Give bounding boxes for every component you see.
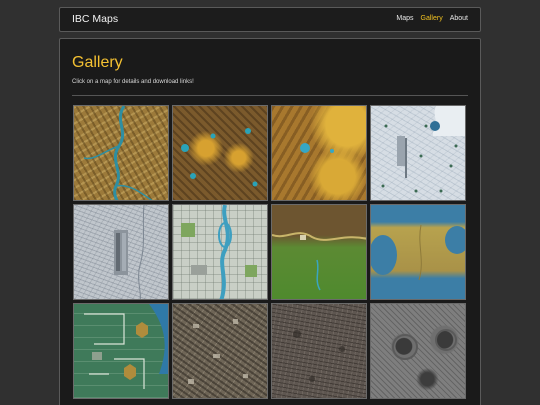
map-thumbnail-rubble[interactable] — [172, 303, 268, 399]
brand-logo-text[interactable]: IBC Maps — [72, 13, 118, 25]
map-thumbnail-grass-hills[interactable] — [271, 204, 367, 300]
map-thumbnail-desert-hex[interactable] — [271, 105, 367, 201]
map-thumbnail-snow-city[interactable] — [73, 204, 169, 300]
map-thumbnail-snow-base[interactable] — [370, 105, 466, 201]
map-thumbnail-coast[interactable] — [370, 204, 466, 300]
navbar: IBC Maps Maps Gallery About — [59, 7, 481, 32]
nav-link-gallery[interactable]: Gallery — [421, 15, 443, 22]
map-thumbnail-desert-river[interactable] — [73, 105, 169, 201]
gallery-panel: Gallery Click on a map for details and d… — [59, 38, 481, 405]
nav-links: Maps Gallery About — [396, 15, 468, 22]
map-thumbnail-craters[interactable] — [370, 303, 466, 399]
nav-link-about[interactable]: About — [450, 15, 468, 22]
nav-link-maps[interactable]: Maps — [396, 15, 413, 22]
map-thumbnail-island-base[interactable] — [73, 303, 169, 399]
map-thumbnail-desert-lakes[interactable] — [172, 105, 268, 201]
map-thumbnail-city-river[interactable] — [172, 204, 268, 300]
page-title: Gallery — [72, 54, 123, 71]
map-thumbnail-wasteland[interactable] — [271, 303, 367, 399]
page-subtitle: Click on a map for details and download … — [72, 79, 194, 85]
divider — [72, 95, 468, 96]
